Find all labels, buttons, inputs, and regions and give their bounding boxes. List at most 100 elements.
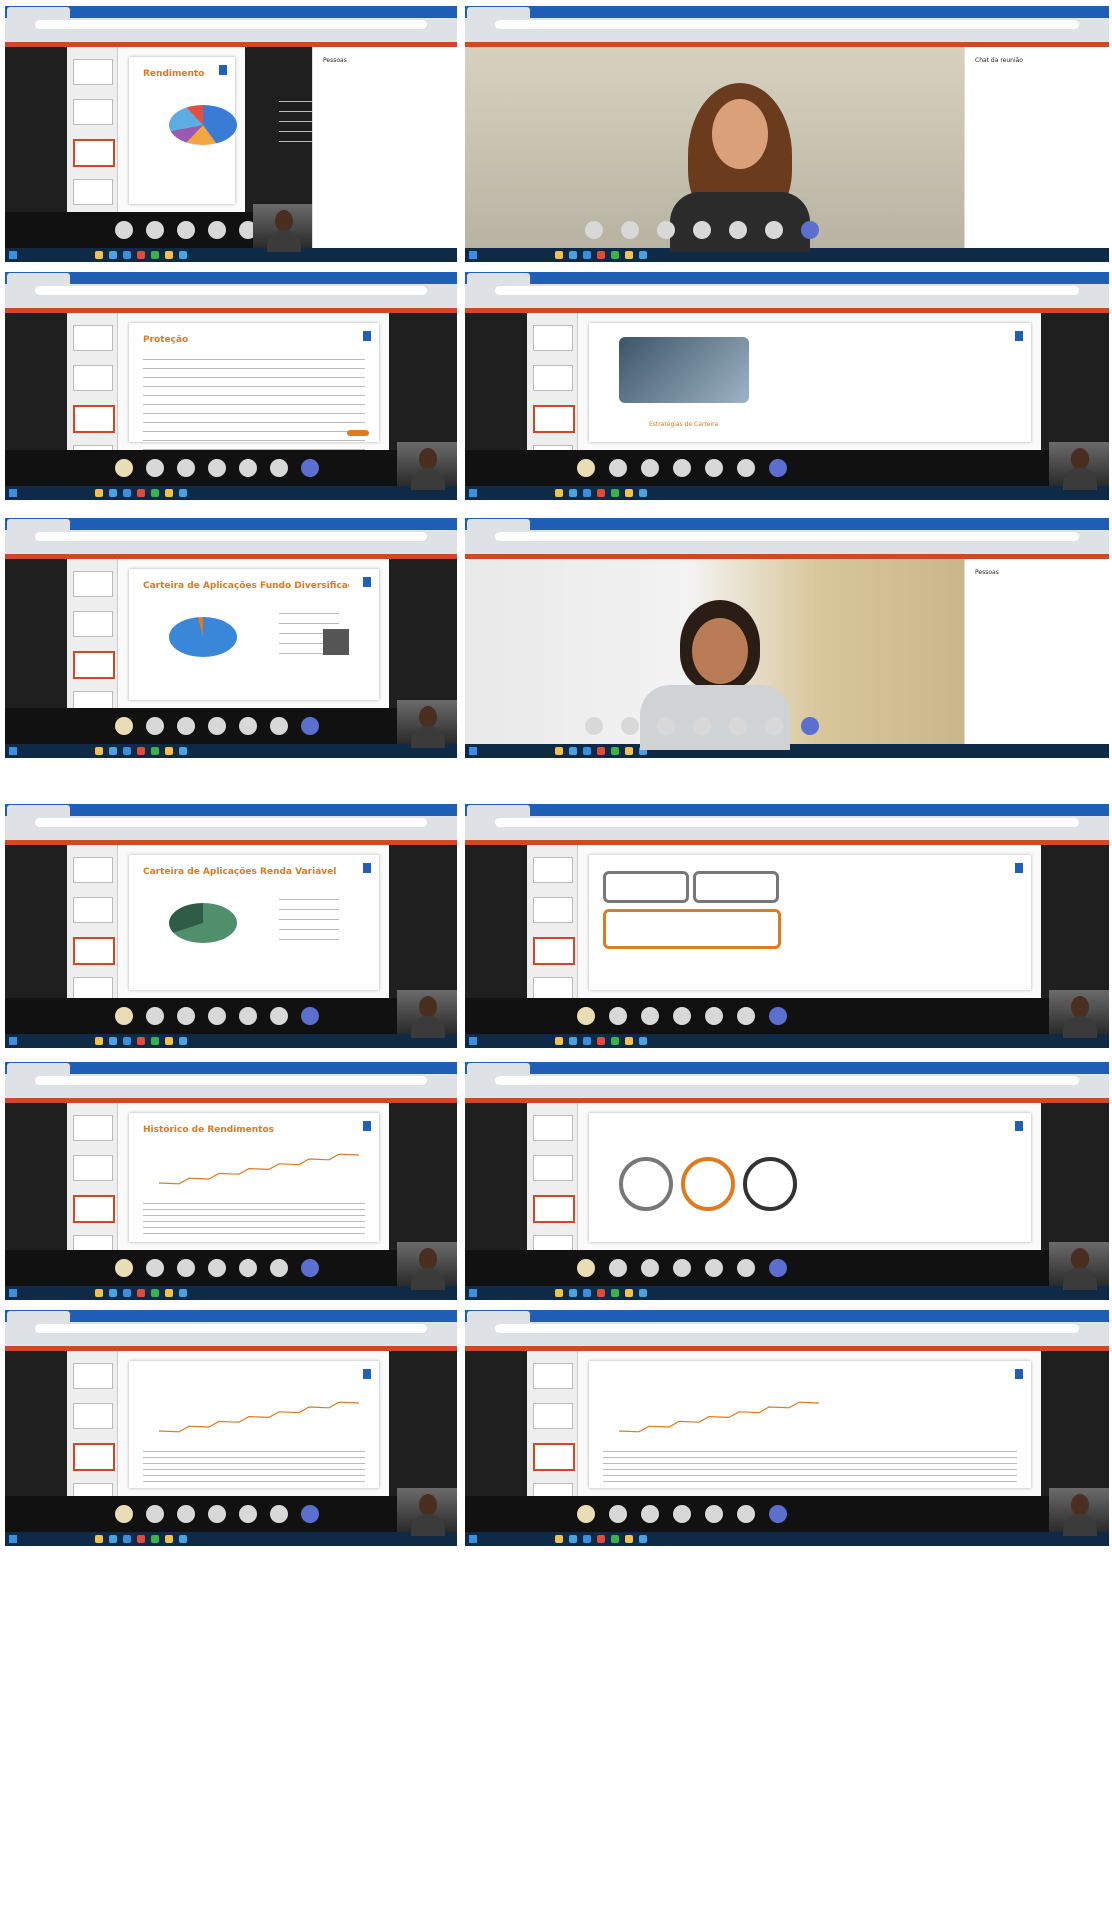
slide-thumbnail[interactable] [73,139,115,167]
taskbar-app-icon[interactable] [123,1037,131,1045]
people-icon[interactable] [765,221,783,239]
hand-icon[interactable] [208,221,226,239]
windows-start-icon[interactable] [469,489,477,497]
browser-tab[interactable] [467,805,530,816]
taskbar-app-icon[interactable] [569,489,577,497]
taskbar-app-icon[interactable] [625,1037,633,1045]
chat-icon[interactable] [729,221,747,239]
taskbar-app-icon[interactable] [597,1037,605,1045]
taskbar-app-icon[interactable] [95,251,103,259]
taskbar-app-icon[interactable] [179,251,187,259]
taskbar-app-icon[interactable] [137,251,145,259]
slide-thumbnail[interactable] [73,325,113,351]
address-bar[interactable] [495,532,1079,541]
slide-thumbnail[interactable] [533,937,575,965]
hand-icon[interactable] [208,1505,226,1523]
camera-icon[interactable] [146,221,164,239]
microphone-icon[interactable] [115,1259,133,1277]
taskbar-app-icon[interactable] [179,1037,187,1045]
chat-icon[interactable] [705,1505,723,1523]
hand-icon[interactable] [208,459,226,477]
chat-icon[interactable] [239,1259,257,1277]
end-call-icon[interactable] [301,1007,319,1025]
taskbar-app-icon[interactable] [137,747,145,755]
taskbar-app-icon[interactable] [625,1535,633,1543]
taskbar-app-icon[interactable] [639,1037,647,1045]
taskbar-app-icon[interactable] [639,1535,647,1543]
taskbar-app-icon[interactable] [95,747,103,755]
people-icon[interactable] [737,1505,755,1523]
end-call-icon[interactable] [769,1505,787,1523]
windows-start-icon[interactable] [9,489,17,497]
address-bar[interactable] [35,20,427,29]
camera-icon[interactable] [146,1259,164,1277]
hand-icon[interactable] [673,459,691,477]
taskbar-app-icon[interactable] [137,1535,145,1543]
hand-icon[interactable] [673,1007,691,1025]
camera-icon[interactable] [621,717,639,735]
microphone-icon[interactable] [577,1259,595,1277]
chat-icon[interactable] [239,1007,257,1025]
browser-tab[interactable] [7,519,70,530]
windows-start-icon[interactable] [469,251,477,259]
taskbar-app-icon[interactable] [165,251,173,259]
hand-icon[interactable] [208,1259,226,1277]
taskbar-app-icon[interactable] [569,747,577,755]
taskbar-app-icon[interactable] [165,1289,173,1297]
taskbar-app-icon[interactable] [597,1289,605,1297]
taskbar-app-icon[interactable] [95,1535,103,1543]
taskbar-app-icon[interactable] [597,1535,605,1543]
address-bar[interactable] [495,1324,1079,1333]
share-screen-icon[interactable] [177,1505,195,1523]
slide-thumbnail[interactable] [73,179,113,205]
chat-icon[interactable] [239,1505,257,1523]
taskbar-app-icon[interactable] [639,1289,647,1297]
chat-icon[interactable] [239,717,257,735]
share-screen-icon[interactable] [657,717,675,735]
taskbar-app-icon[interactable] [123,1535,131,1543]
taskbar-app-icon[interactable] [555,489,563,497]
people-icon[interactable] [270,1505,288,1523]
address-bar[interactable] [35,286,427,295]
taskbar-app-icon[interactable] [639,489,647,497]
camera-icon[interactable] [146,1505,164,1523]
slide-thumbnail[interactable] [533,1155,573,1181]
share-screen-icon[interactable] [641,1259,659,1277]
people-icon[interactable] [737,459,755,477]
browser-tab[interactable] [7,273,70,284]
windows-start-icon[interactable] [9,1037,17,1045]
slide-thumbnail[interactable] [533,325,573,351]
camera-icon[interactable] [146,717,164,735]
taskbar-app-icon[interactable] [109,1535,117,1543]
windows-start-icon[interactable] [9,251,17,259]
browser-tab[interactable] [7,1063,70,1074]
taskbar-app-icon[interactable] [123,1289,131,1297]
taskbar-app-icon[interactable] [555,1289,563,1297]
taskbar-app-icon[interactable] [569,1289,577,1297]
browser-tab[interactable] [467,273,530,284]
share-screen-icon[interactable] [177,1007,195,1025]
slide-thumbnail[interactable] [73,1195,115,1223]
microphone-icon[interactable] [577,1007,595,1025]
hand-icon[interactable] [673,1259,691,1277]
taskbar-app-icon[interactable] [109,489,117,497]
people-icon[interactable] [270,717,288,735]
microphone-icon[interactable] [577,459,595,477]
taskbar-app-icon[interactable] [109,747,117,755]
slide-thumbnail[interactable] [533,365,573,391]
slide-thumbnail[interactable] [73,897,113,923]
address-bar[interactable] [495,1076,1079,1085]
microphone-icon[interactable] [115,1505,133,1523]
taskbar-app-icon[interactable] [611,1535,619,1543]
people-icon[interactable] [737,1007,755,1025]
taskbar-app-icon[interactable] [625,747,633,755]
taskbar-app-icon[interactable] [151,1037,159,1045]
taskbar-app-icon[interactable] [555,747,563,755]
address-bar[interactable] [495,286,1079,295]
taskbar-app-icon[interactable] [597,489,605,497]
taskbar-app-icon[interactable] [611,747,619,755]
slide-thumbnail[interactable] [533,1363,573,1389]
end-call-icon[interactable] [301,717,319,735]
taskbar-app-icon[interactable] [151,489,159,497]
taskbar-app-icon[interactable] [109,251,117,259]
